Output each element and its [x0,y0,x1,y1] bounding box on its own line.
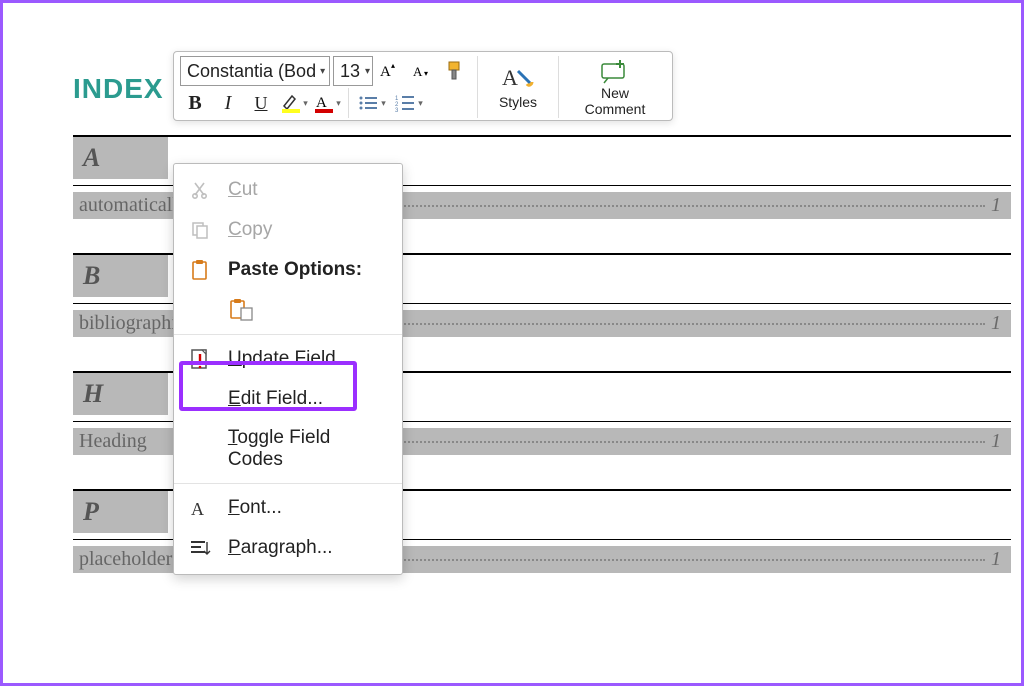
menu-item-font[interactable]: A Font... [174,488,402,528]
menu-item-copy[interactable]: Copy [174,210,402,250]
menu-cut-accel: C [228,179,242,200]
context-menu: Cut Copy Paste Options: Update Field Edi… [173,163,403,575]
menu-item-update-field[interactable]: Update Field [174,339,402,379]
index-letter: A [73,137,168,179]
format-painter-button[interactable] [442,56,472,86]
font-color-button[interactable]: A ▾ [312,88,342,118]
menu-item-edit-field[interactable]: Edit Field... [174,379,402,419]
chevron-down-icon: ▾ [381,98,386,109]
index-entry-page: 1 [991,430,1001,453]
menu-cut-label: ut [242,179,258,200]
toggle-field-codes-icon [186,437,214,461]
index-letter: B [73,255,168,297]
paragraph-icon [186,536,214,560]
styles-button[interactable]: A Styles [487,56,549,118]
svg-text:A: A [502,65,518,90]
index-entry-page: 1 [991,194,1001,217]
chevron-down-icon: ▾ [303,98,308,109]
new-comment-button[interactable]: New Comment [568,56,662,118]
cut-icon [186,178,214,202]
underline-button[interactable]: U [246,88,276,118]
svg-text:▾: ▾ [424,69,428,78]
index-letter: P [73,491,168,533]
styles-icon: A [502,65,534,93]
italic-button[interactable]: I [213,88,243,118]
svg-text:A: A [380,64,391,80]
font-name-select[interactable]: Constantia (Bod ▾ [180,56,330,86]
font-size-select[interactable]: 13 ▾ [333,56,373,86]
menu-separator [174,483,402,484]
new-comment-label-1: New [601,86,629,100]
menu-item-paste-options: Paste Options: [174,250,402,290]
svg-text:3: 3 [395,108,399,112]
font-name-value: Constantia (Bod [187,61,316,82]
font-icon: A [186,496,214,520]
menu-item-paste-keep-source[interactable] [174,290,402,330]
mini-toolbar: Constantia (Bod ▾ 13 ▾ A▴ A▾ B I U [173,51,673,121]
styles-label: Styles [499,95,537,109]
svg-text:▴: ▴ [391,62,395,70]
update-field-icon [186,347,214,371]
index-letter: H [73,373,168,415]
highlight-color-button[interactable]: ▾ [279,88,309,118]
svg-text:A: A [191,499,204,518]
grow-font-button[interactable]: A▴ [376,56,406,86]
clipboard-icon [186,258,214,282]
shrink-font-button[interactable]: A▾ [409,56,439,86]
menu-item-cut[interactable]: Cut [174,170,402,210]
menu-separator [174,334,402,335]
svg-text:A: A [413,64,423,79]
bold-button[interactable]: B [180,88,210,118]
new-comment-icon [598,58,632,84]
new-comment-label-2: Comment [585,102,646,116]
copy-icon [186,218,214,242]
chevron-down-icon: ▾ [365,66,370,77]
menu-paste-options-label: Paste Options: [228,259,362,281]
menu-item-toggle-field-codes[interactable]: Toggle Field Codes [174,419,402,479]
separator [477,56,478,118]
font-size-value: 13 [340,61,360,82]
numbered-list-button[interactable]: 123 ▾ [392,88,426,118]
menu-item-paragraph[interactable]: Paragraph... [174,528,402,568]
chevron-down-icon: ▾ [336,98,341,109]
chevron-down-icon: ▾ [320,66,325,77]
separator [558,56,559,118]
separator [348,88,349,118]
svg-text:A: A [316,95,327,111]
index-entry-page: 1 [991,312,1001,335]
paste-keep-source-icon [228,298,256,322]
edit-field-icon [186,387,214,411]
bullet-list-button[interactable]: ▾ [355,88,389,118]
index-entry-page: 1 [991,548,1001,571]
chevron-down-icon: ▾ [418,98,423,109]
